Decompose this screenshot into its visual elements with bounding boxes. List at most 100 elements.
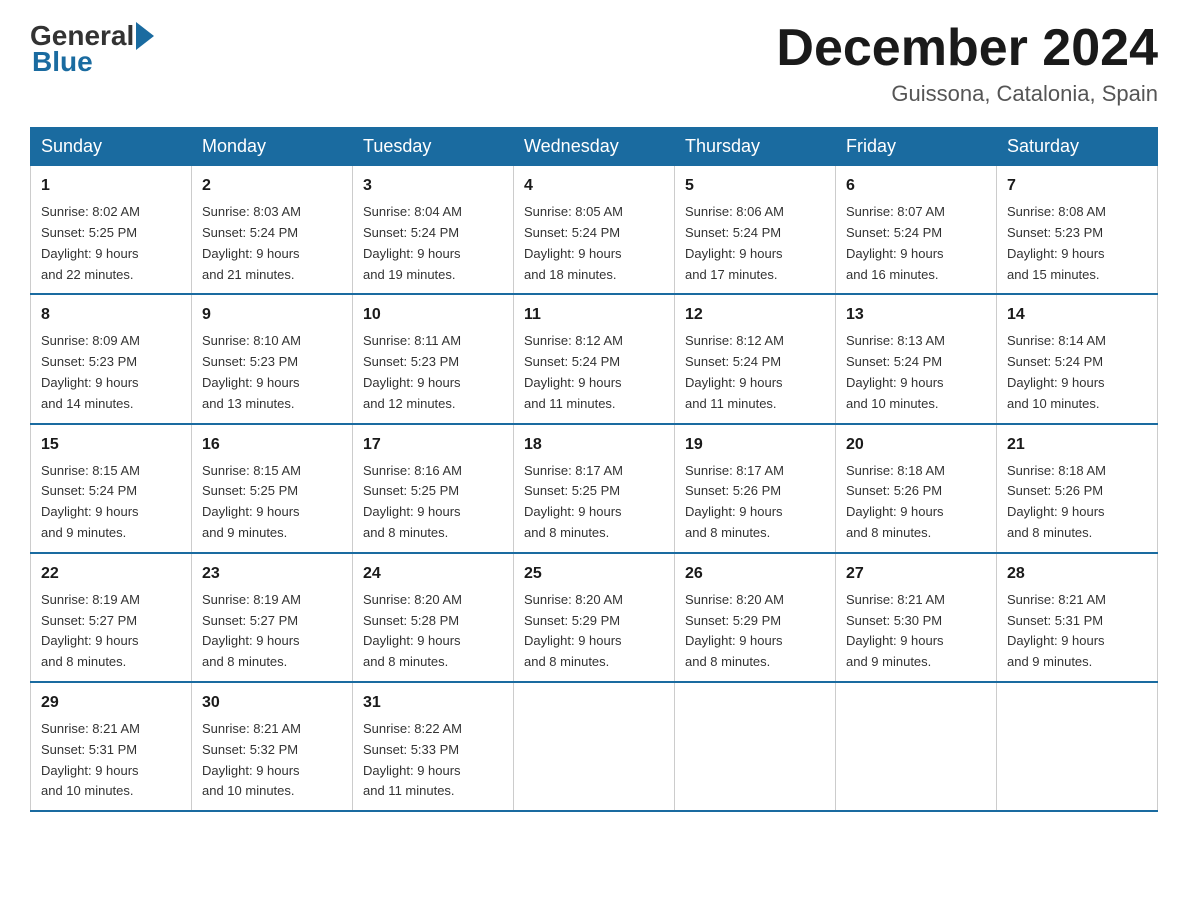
day-info: Sunrise: 8:03 AMSunset: 5:24 PMDaylight:… xyxy=(202,204,301,281)
table-row: 8 Sunrise: 8:09 AMSunset: 5:23 PMDayligh… xyxy=(31,294,192,423)
table-row: 21 Sunrise: 8:18 AMSunset: 5:26 PMDaylig… xyxy=(997,424,1158,553)
table-row: 15 Sunrise: 8:15 AMSunset: 5:24 PMDaylig… xyxy=(31,424,192,553)
day-info: Sunrise: 8:20 AMSunset: 5:29 PMDaylight:… xyxy=(685,592,784,669)
header-row: SundayMondayTuesdayWednesdayThursdayFrid… xyxy=(31,128,1158,166)
day-info: Sunrise: 8:21 AMSunset: 5:31 PMDaylight:… xyxy=(41,721,140,798)
day-number: 12 xyxy=(685,303,825,327)
table-row: 25 Sunrise: 8:20 AMSunset: 5:29 PMDaylig… xyxy=(514,553,675,682)
table-row: 14 Sunrise: 8:14 AMSunset: 5:24 PMDaylig… xyxy=(997,294,1158,423)
week-row-1: 1 Sunrise: 8:02 AMSunset: 5:25 PMDayligh… xyxy=(31,166,1158,295)
table-row: 17 Sunrise: 8:16 AMSunset: 5:25 PMDaylig… xyxy=(353,424,514,553)
location-title: Guissona, Catalonia, Spain xyxy=(776,81,1158,107)
day-number: 18 xyxy=(524,433,664,457)
day-number: 4 xyxy=(524,174,664,198)
header-tuesday: Tuesday xyxy=(353,128,514,166)
day-info: Sunrise: 8:13 AMSunset: 5:24 PMDaylight:… xyxy=(846,333,945,410)
day-number: 2 xyxy=(202,174,342,198)
header-sunday: Sunday xyxy=(31,128,192,166)
table-row xyxy=(836,682,997,811)
day-info: Sunrise: 8:19 AMSunset: 5:27 PMDaylight:… xyxy=(41,592,140,669)
table-row: 29 Sunrise: 8:21 AMSunset: 5:31 PMDaylig… xyxy=(31,682,192,811)
day-info: Sunrise: 8:05 AMSunset: 5:24 PMDaylight:… xyxy=(524,204,623,281)
week-row-4: 22 Sunrise: 8:19 AMSunset: 5:27 PMDaylig… xyxy=(31,553,1158,682)
table-row: 20 Sunrise: 8:18 AMSunset: 5:26 PMDaylig… xyxy=(836,424,997,553)
table-row: 18 Sunrise: 8:17 AMSunset: 5:25 PMDaylig… xyxy=(514,424,675,553)
day-info: Sunrise: 8:11 AMSunset: 5:23 PMDaylight:… xyxy=(363,333,461,410)
day-info: Sunrise: 8:20 AMSunset: 5:28 PMDaylight:… xyxy=(363,592,462,669)
table-row: 27 Sunrise: 8:21 AMSunset: 5:30 PMDaylig… xyxy=(836,553,997,682)
table-row xyxy=(675,682,836,811)
table-row: 5 Sunrise: 8:06 AMSunset: 5:24 PMDayligh… xyxy=(675,166,836,295)
day-number: 14 xyxy=(1007,303,1147,327)
table-row: 7 Sunrise: 8:08 AMSunset: 5:23 PMDayligh… xyxy=(997,166,1158,295)
day-number: 21 xyxy=(1007,433,1147,457)
day-number: 20 xyxy=(846,433,986,457)
day-info: Sunrise: 8:16 AMSunset: 5:25 PMDaylight:… xyxy=(363,463,462,540)
table-row: 16 Sunrise: 8:15 AMSunset: 5:25 PMDaylig… xyxy=(192,424,353,553)
table-row: 10 Sunrise: 8:11 AMSunset: 5:23 PMDaylig… xyxy=(353,294,514,423)
day-info: Sunrise: 8:21 AMSunset: 5:32 PMDaylight:… xyxy=(202,721,301,798)
day-number: 29 xyxy=(41,691,181,715)
header-friday: Friday xyxy=(836,128,997,166)
title-block: December 2024 Guissona, Catalonia, Spain xyxy=(776,20,1158,107)
day-number: 3 xyxy=(363,174,503,198)
day-info: Sunrise: 8:12 AMSunset: 5:24 PMDaylight:… xyxy=(685,333,784,410)
day-number: 19 xyxy=(685,433,825,457)
calendar-header: SundayMondayTuesdayWednesdayThursdayFrid… xyxy=(31,128,1158,166)
day-info: Sunrise: 8:19 AMSunset: 5:27 PMDaylight:… xyxy=(202,592,301,669)
day-info: Sunrise: 8:21 AMSunset: 5:30 PMDaylight:… xyxy=(846,592,945,669)
calendar-body: 1 Sunrise: 8:02 AMSunset: 5:25 PMDayligh… xyxy=(31,166,1158,811)
table-row: 12 Sunrise: 8:12 AMSunset: 5:24 PMDaylig… xyxy=(675,294,836,423)
day-info: Sunrise: 8:21 AMSunset: 5:31 PMDaylight:… xyxy=(1007,592,1106,669)
day-info: Sunrise: 8:18 AMSunset: 5:26 PMDaylight:… xyxy=(846,463,945,540)
day-number: 16 xyxy=(202,433,342,457)
day-number: 27 xyxy=(846,562,986,586)
table-row: 4 Sunrise: 8:05 AMSunset: 5:24 PMDayligh… xyxy=(514,166,675,295)
month-title: December 2024 xyxy=(776,20,1158,77)
day-number: 31 xyxy=(363,691,503,715)
week-row-3: 15 Sunrise: 8:15 AMSunset: 5:24 PMDaylig… xyxy=(31,424,1158,553)
day-info: Sunrise: 8:06 AMSunset: 5:24 PMDaylight:… xyxy=(685,204,784,281)
table-row: 24 Sunrise: 8:20 AMSunset: 5:28 PMDaylig… xyxy=(353,553,514,682)
day-number: 9 xyxy=(202,303,342,327)
table-row: 1 Sunrise: 8:02 AMSunset: 5:25 PMDayligh… xyxy=(31,166,192,295)
day-number: 7 xyxy=(1007,174,1147,198)
day-number: 11 xyxy=(524,303,664,327)
table-row: 11 Sunrise: 8:12 AMSunset: 5:24 PMDaylig… xyxy=(514,294,675,423)
day-info: Sunrise: 8:14 AMSunset: 5:24 PMDaylight:… xyxy=(1007,333,1106,410)
day-number: 10 xyxy=(363,303,503,327)
day-info: Sunrise: 8:22 AMSunset: 5:33 PMDaylight:… xyxy=(363,721,462,798)
table-row: 30 Sunrise: 8:21 AMSunset: 5:32 PMDaylig… xyxy=(192,682,353,811)
day-number: 22 xyxy=(41,562,181,586)
day-info: Sunrise: 8:17 AMSunset: 5:26 PMDaylight:… xyxy=(685,463,784,540)
day-number: 6 xyxy=(846,174,986,198)
logo-blue: Blue xyxy=(32,46,93,77)
day-info: Sunrise: 8:12 AMSunset: 5:24 PMDaylight:… xyxy=(524,333,623,410)
day-number: 5 xyxy=(685,174,825,198)
day-info: Sunrise: 8:04 AMSunset: 5:24 PMDaylight:… xyxy=(363,204,462,281)
header-monday: Monday xyxy=(192,128,353,166)
day-info: Sunrise: 8:08 AMSunset: 5:23 PMDaylight:… xyxy=(1007,204,1106,281)
day-info: Sunrise: 8:02 AMSunset: 5:25 PMDaylight:… xyxy=(41,204,140,281)
day-info: Sunrise: 8:15 AMSunset: 5:25 PMDaylight:… xyxy=(202,463,301,540)
day-number: 13 xyxy=(846,303,986,327)
table-row: 13 Sunrise: 8:13 AMSunset: 5:24 PMDaylig… xyxy=(836,294,997,423)
table-row: 2 Sunrise: 8:03 AMSunset: 5:24 PMDayligh… xyxy=(192,166,353,295)
table-row: 6 Sunrise: 8:07 AMSunset: 5:24 PMDayligh… xyxy=(836,166,997,295)
day-number: 8 xyxy=(41,303,181,327)
day-number: 23 xyxy=(202,562,342,586)
table-row: 19 Sunrise: 8:17 AMSunset: 5:26 PMDaylig… xyxy=(675,424,836,553)
day-number: 17 xyxy=(363,433,503,457)
day-number: 1 xyxy=(41,174,181,198)
day-info: Sunrise: 8:20 AMSunset: 5:29 PMDaylight:… xyxy=(524,592,623,669)
header-wednesday: Wednesday xyxy=(514,128,675,166)
table-row: 22 Sunrise: 8:19 AMSunset: 5:27 PMDaylig… xyxy=(31,553,192,682)
logo-arrow-icon xyxy=(136,22,154,50)
table-row xyxy=(997,682,1158,811)
day-info: Sunrise: 8:10 AMSunset: 5:23 PMDaylight:… xyxy=(202,333,301,410)
page-header: General Blue December 2024 Guissona, Cat… xyxy=(30,20,1158,107)
table-row: 28 Sunrise: 8:21 AMSunset: 5:31 PMDaylig… xyxy=(997,553,1158,682)
header-thursday: Thursday xyxy=(675,128,836,166)
table-row: 23 Sunrise: 8:19 AMSunset: 5:27 PMDaylig… xyxy=(192,553,353,682)
table-row xyxy=(514,682,675,811)
